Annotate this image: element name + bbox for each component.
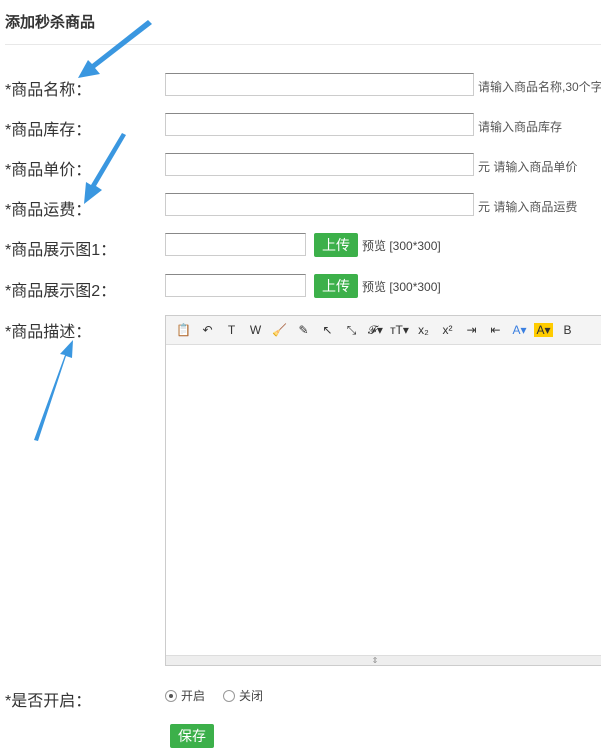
stock-label: *商品库存：	[5, 122, 92, 139]
toolbar-button-5[interactable]: ✎	[294, 323, 313, 337]
divider	[5, 44, 601, 45]
toolbar-button-9[interactable]: тT▾	[390, 323, 409, 337]
enabled-label: *是否开启：	[5, 693, 92, 710]
toolbar-button-16[interactable]: B	[558, 323, 577, 337]
toolbar-button-1[interactable]: ↶	[198, 323, 217, 337]
toolbar-button-0[interactable]: 📋	[174, 323, 193, 337]
price-hint: 元 请输入商品单价	[478, 160, 578, 174]
radio-enable-button[interactable]	[165, 689, 177, 702]
name-label: *商品名称：	[5, 82, 92, 99]
toolbar-button-13[interactable]: ⇤	[486, 323, 505, 337]
image1-preview-link[interactable]: 预览 [300*300]	[362, 237, 441, 254]
stock-input[interactable]	[165, 113, 474, 136]
image2-preview-link[interactable]: 预览 [300*300]	[362, 278, 441, 295]
toolbar-button-15[interactable]: A▾	[534, 323, 553, 337]
image2-upload-button[interactable]: 上传	[314, 274, 358, 298]
description-label: *商品描述：	[5, 324, 92, 341]
stock-hint: 请输入商品库存	[478, 120, 563, 134]
toolbar-button-11[interactable]: x²	[438, 323, 457, 337]
shipping-input[interactable]	[165, 193, 474, 216]
toolbar-button-3[interactable]: W	[246, 323, 265, 337]
toolbar-button-6[interactable]: ↖	[318, 323, 337, 337]
radio-disable[interactable]: 关闭	[223, 687, 263, 704]
rich-text-editor: 📋 ↶ T W 🧹 ✎ ↖ ⤡ 𝓕▾ тT▾ x₂ x² ⇥ ⇤ A▾ A▾ B ⇕	[165, 315, 601, 666]
shipping-hint: 元 请输入商品运费	[478, 200, 578, 214]
radio-disable-label: 关闭	[239, 689, 264, 703]
image1-input[interactable]	[165, 233, 306, 256]
toolbar-button-4[interactable]: 🧹	[270, 323, 289, 337]
toolbar-button-12[interactable]: ⇥	[462, 323, 481, 337]
radio-enable[interactable]: 开启	[165, 687, 205, 704]
toolbar-button-2[interactable]: T	[222, 323, 241, 337]
arrow-icon	[34, 340, 73, 441]
radio-disable-button[interactable]	[223, 689, 235, 702]
editor-toolbar: 📋 ↶ T W 🧹 ✎ ↖ ⤡ 𝓕▾ тT▾ x₂ x² ⇥ ⇤ A▾ A▾ B	[166, 316, 601, 345]
price-input[interactable]	[165, 153, 474, 176]
page-title: 添加秒杀商品	[5, 14, 96, 31]
shipping-label: *商品运费：	[5, 202, 92, 219]
save-button[interactable]: 保存	[170, 724, 214, 748]
radio-enable-label: 开启	[181, 689, 206, 703]
name-input[interactable]	[165, 73, 474, 96]
price-label: *商品单价：	[5, 162, 92, 179]
toolbar-button-8[interactable]: 𝓕▾	[366, 323, 385, 338]
image1-label: *商品展示图1：	[5, 242, 117, 259]
name-hint: 请输入商品名称,30个字	[478, 80, 601, 94]
image2-label: *商品展示图2：	[5, 283, 117, 300]
toolbar-button-7[interactable]: ⤡	[342, 323, 361, 338]
editor-content-area[interactable]	[166, 345, 601, 655]
image2-input[interactable]	[165, 274, 306, 297]
toolbar-button-14[interactable]: A▾	[510, 323, 529, 337]
image1-upload-button[interactable]: 上传	[314, 233, 358, 257]
editor-resize-handle[interactable]: ⇕	[166, 655, 601, 665]
toolbar-button-10[interactable]: x₂	[414, 323, 433, 337]
